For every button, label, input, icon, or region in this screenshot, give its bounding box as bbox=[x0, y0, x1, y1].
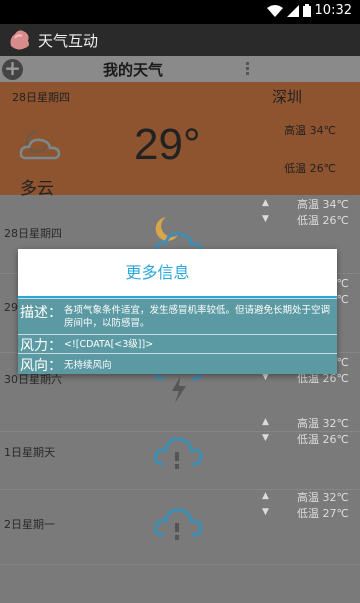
dialog-title: 更多信息 bbox=[125, 263, 190, 282]
arrow-down-icon: ▼ bbox=[262, 433, 269, 443]
arrow-down-icon: ▼ bbox=[262, 507, 269, 517]
info-row-description: 描述： 各项气象条件适宜，发生感冒机率较低。但请避免长期处于空调房间中，以防感冒… bbox=[18, 298, 337, 334]
forecast-date: 1日星期天 bbox=[4, 446, 55, 459]
app-bar: 天气互动 bbox=[0, 24, 360, 56]
signal-icon bbox=[286, 4, 299, 17]
shower-icon bbox=[150, 497, 206, 551]
info-label: 风力： bbox=[20, 338, 62, 354]
more-info-dialog[interactable]: 更多信息 描述： 各项气象条件适宜，发生感冒机率较低。但请避免长期处于空调房间中… bbox=[18, 249, 337, 374]
forecast-row[interactable]: 2日星期一 ▲ 高温 32℃ ▼ 低温 27℃ bbox=[0, 486, 360, 565]
wifi-icon bbox=[266, 4, 283, 17]
menu-icon[interactable] bbox=[246, 62, 250, 75]
today-card[interactable]: 28日星期四 深圳 29° 高温 34℃ 低温 26℃ 多云 bbox=[0, 82, 360, 199]
battery-icon bbox=[302, 4, 311, 17]
today-temperature: 29° bbox=[134, 120, 201, 169]
forecast-low: 低温 26℃ bbox=[297, 214, 349, 227]
app-logo-icon bbox=[6, 26, 34, 54]
arrow-up-icon: ▲ bbox=[262, 198, 269, 208]
forecast-low: 低温 26℃ bbox=[297, 433, 349, 446]
info-label: 风向： bbox=[20, 358, 62, 374]
today-city: 深圳 bbox=[271, 88, 302, 106]
info-row-wind-power: 风力： <![CDATA[<3级]]> bbox=[18, 334, 337, 354]
info-row-wind-direction: 风向： 无持续风向 bbox=[18, 353, 337, 374]
info-value: 各项气象条件适宜，发生感冒机率较低。但请避免长期处于空调房间中，以防感冒。 bbox=[64, 305, 331, 329]
shower-icon bbox=[150, 426, 206, 480]
status-time: 10:32 bbox=[314, 3, 352, 18]
today-date: 28日星期四 bbox=[12, 91, 70, 104]
subheader: + 我的天气 bbox=[0, 56, 360, 82]
app-title: 天气互动 bbox=[38, 31, 99, 50]
forecast-date: 28日星期四 bbox=[4, 227, 62, 240]
forecast-high: 高温 32℃ bbox=[297, 491, 349, 504]
partly-cloudy-icon bbox=[18, 128, 64, 168]
page-title: 我的天气 bbox=[102, 61, 163, 79]
forecast-high: 高温 34℃ bbox=[297, 198, 349, 211]
info-label: 描述： bbox=[20, 305, 62, 321]
info-value: <![CDATA[<3级]]> bbox=[64, 339, 154, 350]
forecast-high: 高温 32℃ bbox=[297, 417, 349, 430]
status-bar: 10:32 bbox=[0, 0, 360, 24]
info-value: 无持续风向 bbox=[64, 360, 112, 371]
arrow-up-icon: ▲ bbox=[262, 417, 269, 427]
today-high: 高温 34℃ bbox=[284, 124, 336, 137]
arrow-down-icon: ▼ bbox=[262, 214, 269, 224]
arrow-up-icon: ▲ bbox=[262, 491, 269, 501]
forecast-low: 低温 27℃ bbox=[297, 507, 349, 520]
today-low: 低温 26℃ bbox=[284, 162, 336, 175]
forecast-row[interactable]: 1日星期天 ▲ 高温 32℃ ▼ 低温 26℃ bbox=[0, 411, 360, 490]
forecast-date: 2日星期一 bbox=[4, 518, 55, 531]
